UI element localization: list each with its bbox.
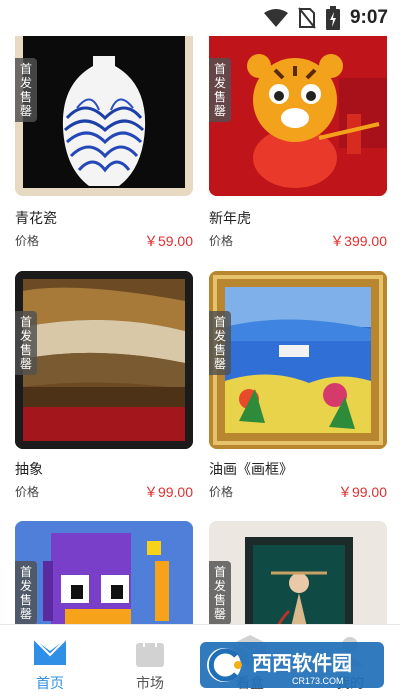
no-sim-icon bbox=[298, 7, 316, 29]
product-image[interactable]: 首发售罄 bbox=[209, 271, 387, 449]
price-label: 价格 bbox=[15, 234, 40, 248]
home-icon bbox=[33, 638, 67, 665]
sold-out-badge: 首发售罄 bbox=[209, 561, 231, 624]
sold-out-badge: 首发售罄 bbox=[15, 311, 37, 375]
sold-out-badge: 首发售罄 bbox=[15, 561, 37, 624]
status-bar: 9:07 bbox=[0, 0, 400, 36]
product-price: ￥59.00 bbox=[143, 233, 193, 249]
product-name: 油画《画框》 bbox=[209, 462, 293, 478]
tab-market[interactable]: 市场 bbox=[100, 625, 200, 700]
product-grid[interactable]: 首发售罄 青花瓷 价格 ￥59.00 首发售 罄 新年虎 价格 ￥399.00 … bbox=[0, 36, 400, 624]
product-card[interactable]: 首发售罄 新年虎 价格 ￥399.00 bbox=[209, 36, 387, 249]
product-image[interactable]: 首发售罄 bbox=[209, 36, 387, 196]
product-card[interactable]: 首发售罄 青花瓷 价格 ￥59.00 bbox=[15, 36, 193, 249]
vase-artwork bbox=[15, 36, 193, 196]
product-image[interactable]: 首发售罄 bbox=[15, 271, 193, 449]
battery-charging-icon bbox=[325, 6, 340, 30]
pixel-character-artwork bbox=[15, 521, 193, 624]
sold-out-badge: 首发售罄 bbox=[15, 58, 37, 122]
sold-out-badge: 首发售罄 bbox=[209, 58, 231, 122]
framed-figure-artwork bbox=[209, 521, 387, 624]
product-card[interactable]: 首发售罄 bbox=[209, 521, 387, 624]
tiger-artwork bbox=[209, 36, 387, 196]
price-label: 价格 bbox=[209, 234, 234, 248]
product-card[interactable]: 首发售罄 抽象 价格 ￥99.00 bbox=[15, 271, 193, 500]
wifi-icon bbox=[263, 9, 288, 27]
product-name: 青花瓷 bbox=[15, 211, 57, 227]
product-image[interactable]: 首发售罄 bbox=[209, 521, 387, 624]
watermark-logo: 西西软件园 CR173.COM bbox=[200, 640, 384, 690]
product-price: ￥99.00 bbox=[337, 484, 387, 500]
price-label: 价格 bbox=[15, 485, 40, 499]
product-card[interactable]: 首发售罄 bbox=[15, 521, 193, 624]
product-image[interactable]: 首发售罄 bbox=[15, 521, 193, 624]
tab-home[interactable]: 首页 bbox=[0, 625, 100, 700]
abstract-artwork bbox=[15, 271, 193, 449]
sold-out-badge: 首发售罄 bbox=[209, 311, 231, 375]
watermark-url: CR173.COM bbox=[292, 676, 344, 686]
oil-painting-artwork bbox=[209, 271, 387, 449]
tab-label: 首页 bbox=[36, 676, 64, 692]
watermark-text: 西西软件园 bbox=[252, 651, 352, 675]
product-price: ￥399.00 bbox=[330, 233, 387, 249]
product-image[interactable]: 首发售罄 bbox=[15, 36, 193, 196]
shopping-bag-icon bbox=[136, 637, 164, 667]
status-icons: 9:07 bbox=[263, 6, 388, 30]
product-card[interactable]: 首发售罄 油画《画框》 价格 ￥99.00 bbox=[209, 271, 387, 500]
product-price: ￥99.00 bbox=[143, 484, 193, 500]
tab-label: 市场 bbox=[136, 676, 164, 692]
price-label: 价格 bbox=[209, 485, 234, 499]
status-time: 9:07 bbox=[349, 7, 388, 28]
product-name: 抽象 bbox=[15, 462, 43, 478]
product-name: 新年虎 bbox=[209, 211, 251, 227]
